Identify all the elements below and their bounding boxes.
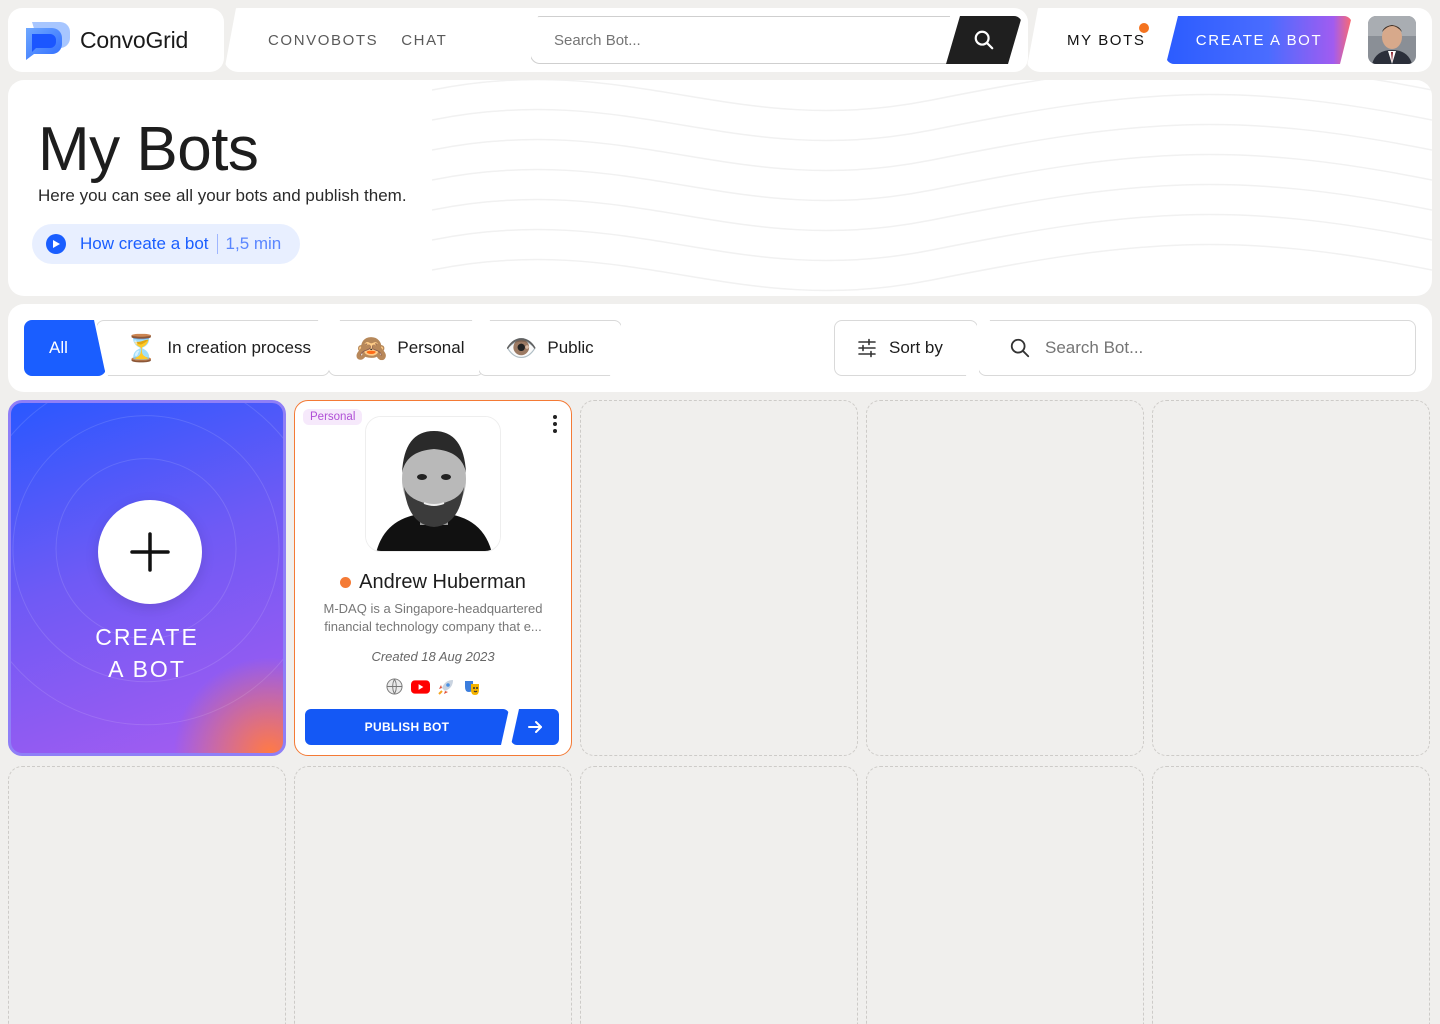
bot-name: Andrew Huberman	[295, 571, 571, 594]
empty-slot	[866, 766, 1144, 1024]
globe-icon	[385, 677, 404, 696]
logo[interactable]: ConvoGrid	[8, 8, 224, 72]
tab-personal[interactable]: 🙈 Personal	[328, 320, 484, 376]
howto-video-link[interactable]: How create a bot 1,5 min	[32, 224, 300, 264]
app-name: ConvoGrid	[80, 26, 189, 53]
empty-slot	[866, 400, 1144, 756]
play-icon	[46, 234, 66, 254]
bot-card[interactable]: Personal Andrew Huberman M-DAQ is a Sing…	[294, 400, 572, 756]
create-bot-card[interactable]: CREATE A BOT	[8, 400, 286, 756]
search-icon	[973, 29, 995, 51]
empty-slot	[294, 766, 572, 1024]
empty-slot	[1152, 766, 1430, 1024]
nav-my-bots[interactable]: MY BOTS	[1067, 8, 1145, 72]
page-subtitle: Here you can see all your bots and publi…	[38, 186, 407, 205]
tab-personal-label: Personal	[397, 338, 465, 357]
divider	[216, 234, 218, 254]
avatar[interactable]	[1368, 16, 1416, 64]
notification-dot	[1137, 21, 1151, 35]
tab-public[interactable]: 👁️ Public	[478, 320, 622, 376]
open-bot-button[interactable]	[511, 709, 559, 745]
status-dot	[340, 577, 352, 588]
create-bot-button[interactable]: CREATE A BOT	[1166, 16, 1352, 64]
empty-slot	[580, 766, 858, 1024]
source-icons	[295, 677, 571, 696]
empty-slot	[580, 400, 858, 756]
hourglass-icon: ⏳	[125, 332, 158, 363]
more-options-icon[interactable]	[553, 415, 559, 433]
sort-by-button[interactable]: Sort by	[834, 320, 978, 376]
tab-all[interactable]: All	[24, 320, 106, 376]
page-header: My Bots Here you can see all your bots a…	[8, 80, 1432, 296]
eye-icon: 👁️	[505, 332, 538, 363]
theater-masks-icon	[463, 677, 482, 696]
bots-search-input[interactable]	[1045, 338, 1405, 358]
howto-label: How create a bot	[80, 234, 209, 253]
tab-in-creation[interactable]: ⏳ In creation process	[96, 320, 330, 376]
header-search	[530, 16, 950, 64]
nav-convobots[interactable]: CONVOBOTS	[268, 32, 378, 49]
sort-by-label: Sort by	[889, 338, 943, 357]
background-pattern	[432, 80, 1432, 292]
search-icon	[1010, 338, 1030, 358]
sliders-icon	[857, 338, 877, 358]
bots-search	[978, 320, 1416, 376]
top-bar: ConvoGrid CONVOBOTS CHAT MY BOTS CREATE …	[8, 8, 1432, 72]
bot-description: M-DAQ is a Singapore-headquartered finan…	[323, 601, 543, 634]
tab-in-creation-label: In creation process	[167, 338, 312, 357]
filter-bar: All ⏳ In creation process 🙈 Personal 👁️ …	[8, 304, 1432, 392]
youtube-icon	[410, 677, 430, 696]
tab-public-label: Public	[547, 338, 594, 357]
visibility-badge: Personal	[303, 409, 363, 425]
nav-chat[interactable]: CHAT	[401, 32, 447, 49]
logo-icon	[22, 18, 74, 62]
tab-all-label: All	[49, 338, 68, 357]
main-nav: CONVOBOTS CHAT	[268, 8, 447, 72]
create-bot-label: CREATE A BOT	[95, 624, 199, 682]
page-title: My Bots	[38, 115, 259, 184]
created-date: Created 18 Aug 2023	[371, 649, 495, 664]
rocket-icon	[437, 677, 456, 696]
empty-slot	[8, 766, 286, 1024]
publish-bot-button[interactable]: PUBLISH BOT	[305, 709, 509, 745]
header-search-input[interactable]	[531, 17, 950, 63]
empty-slot	[1152, 400, 1430, 756]
arrow-right-icon	[528, 721, 542, 733]
see-no-evil-monkey-icon: 🙈	[355, 332, 388, 363]
howto-duration: 1,5 min	[225, 234, 282, 253]
bot-avatar	[365, 416, 501, 552]
plus-icon	[98, 500, 202, 604]
bot-name-text: Andrew Huberman	[359, 571, 526, 593]
